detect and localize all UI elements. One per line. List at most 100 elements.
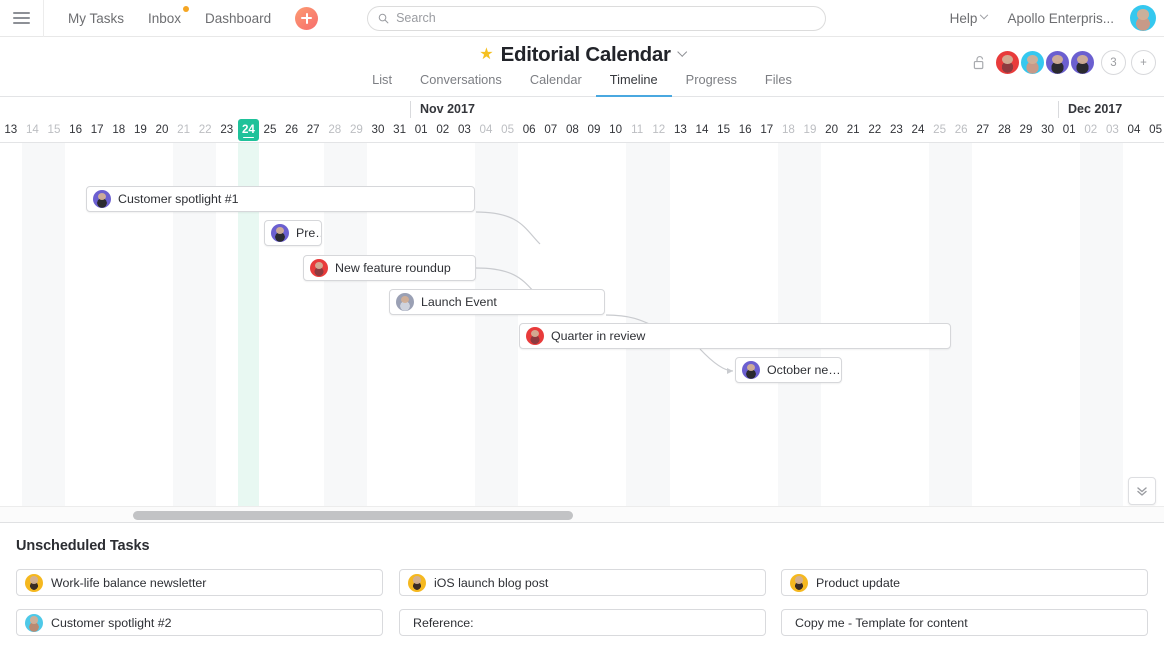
tab-list[interactable]: List [358, 72, 406, 97]
day-label: 25 [263, 123, 277, 136]
workspace-switcher[interactable]: Apollo Enterpris... [997, 5, 1124, 32]
day-label: 19 [133, 123, 147, 136]
day-label: 29 [1019, 123, 1033, 136]
task-bar-label: Quarter in review [551, 329, 646, 343]
timeline-column [0, 143, 22, 506]
nav-inbox[interactable]: Inbox [136, 5, 193, 32]
timeline-task-bar[interactable]: New feature roundup [303, 255, 476, 281]
member-avatar[interactable] [1019, 49, 1046, 76]
day-label: 20 [155, 123, 169, 136]
day-label: 18 [112, 123, 126, 136]
tab-timeline[interactable]: Timeline [595, 72, 672, 97]
tab-conversations[interactable]: Conversations [406, 72, 516, 97]
timeline-task-bar[interactable]: Launch Event [389, 289, 605, 315]
timeline-app: My Tasks Inbox Dashboard Help [0, 0, 1164, 649]
search-icon [378, 13, 389, 23]
day-label: 05 [501, 123, 515, 136]
nav-dashboard-label: Dashboard [205, 10, 272, 26]
day-label: 02 [436, 123, 450, 136]
timeline-column [1037, 143, 1059, 506]
month-label: Nov 2017 [410, 101, 475, 118]
day-label: 21 [846, 123, 860, 136]
horizontal-scrollbar[interactable] [0, 506, 1164, 523]
assignee-avatar [310, 259, 328, 277]
day-label: 17 [760, 123, 774, 136]
member-avatar[interactable] [1044, 49, 1071, 76]
chevron-down-icon [980, 10, 989, 20]
double-chevron-down-icon[interactable] [1128, 477, 1156, 505]
assignee-avatar [93, 190, 111, 208]
member-overflow-count[interactable]: 3 [1101, 50, 1126, 75]
add-member-button[interactable]: + [1131, 50, 1156, 75]
member-avatar[interactable] [994, 49, 1021, 76]
nav-dashboard[interactable]: Dashboard [193, 5, 283, 32]
timeline-column [1080, 143, 1102, 506]
project-members: 3 + [973, 49, 1156, 76]
tab-files[interactable]: Files [751, 72, 806, 97]
task-bar-label: Customer spotlight #1 [118, 192, 239, 206]
scrollbar-thumb[interactable] [133, 511, 573, 520]
unscheduled-task-card[interactable]: Copy me - Template for content [781, 609, 1148, 636]
assignee-avatar [526, 327, 544, 345]
task-bar-label: Launch Event [421, 295, 497, 309]
global-topbar: My Tasks Inbox Dashboard Help [0, 0, 1164, 37]
day-label: 21 [177, 123, 191, 136]
day-label: 06 [522, 123, 536, 136]
day-label: 18 [781, 123, 795, 136]
unscheduled-tasks-panel: Unscheduled Tasks Work-life balance news… [0, 523, 1164, 649]
day-label: 29 [349, 123, 363, 136]
account-avatar[interactable] [1130, 5, 1156, 31]
star-icon[interactable]: ★ [479, 47, 493, 63]
day-label: 14 [695, 123, 709, 136]
day-label: 02 [1084, 123, 1098, 136]
project-header: ★ Editorial Calendar List Conversations … [0, 37, 1164, 97]
chevron-down-icon[interactable] [676, 46, 687, 57]
unscheduled-task-card[interactable]: iOS launch blog post [399, 569, 766, 596]
unscheduled-task-card[interactable]: Product update [781, 569, 1148, 596]
day-label: 19 [803, 123, 817, 136]
task-bar-label: October ne… [767, 363, 841, 377]
timeline-task-bar[interactable]: Customer spotlight #1 [86, 186, 475, 212]
timeline-column [65, 143, 87, 506]
member-avatar[interactable] [1069, 49, 1096, 76]
day-label: 05 [1149, 123, 1163, 136]
tab-progress[interactable]: Progress [672, 72, 751, 97]
day-label: 14 [25, 123, 39, 136]
unscheduled-task-label: iOS launch blog post [434, 575, 549, 590]
tab-calendar[interactable]: Calendar [516, 72, 596, 97]
timeline-date-header: Nov 2017 Dec 2017 13 14 15 16 17 18 19 20 21 22 23 2… [0, 97, 1164, 143]
unlocked-padlock-icon[interactable] [973, 55, 986, 70]
timeline-canvas[interactable]: Customer spotlight #1 Pre… New feature rou… [0, 143, 1164, 506]
unscheduled-task-card[interactable]: Customer spotlight #2 [16, 609, 383, 636]
day-label: 08 [565, 123, 579, 136]
menu-icon[interactable] [0, 0, 44, 37]
search-input[interactable] [396, 11, 816, 25]
unscheduled-task-card[interactable]: Reference: [399, 609, 766, 636]
timeline-task-bar[interactable]: Pre… [264, 220, 322, 246]
task-bar-label: Pre… [296, 226, 321, 240]
day-label: 20 [825, 123, 839, 136]
day-label: 03 [1105, 123, 1119, 136]
assignee-avatar [790, 573, 808, 592]
plus-icon[interactable] [295, 6, 319, 30]
timeline-task-bar[interactable]: Quarter in review [519, 323, 951, 349]
day-label: 17 [90, 123, 104, 136]
help-menu[interactable]: Help [940, 5, 998, 32]
help-label: Help [949, 10, 978, 26]
day-label: 01 [1062, 123, 1076, 136]
unscheduled-task-label: Copy me - Template for content [795, 615, 968, 630]
nav-my-tasks[interactable]: My Tasks [56, 5, 136, 32]
unscheduled-task-label: Product update [816, 575, 901, 590]
day-label: 27 [306, 123, 320, 136]
assignee-avatar [408, 573, 426, 592]
day-label: 31 [393, 123, 407, 136]
day-label: 23 [889, 123, 903, 136]
timeline-column [496, 143, 519, 506]
timeline-task-bar[interactable]: October ne… [735, 357, 842, 383]
inbox-notification-dot [183, 5, 190, 12]
page-title: Editorial Calendar [500, 43, 671, 66]
search-box[interactable] [367, 5, 827, 31]
day-label: 24 [237, 119, 260, 141]
timeline-column [1058, 143, 1080, 506]
unscheduled-task-card[interactable]: Work-life balance newsletter [16, 569, 383, 596]
